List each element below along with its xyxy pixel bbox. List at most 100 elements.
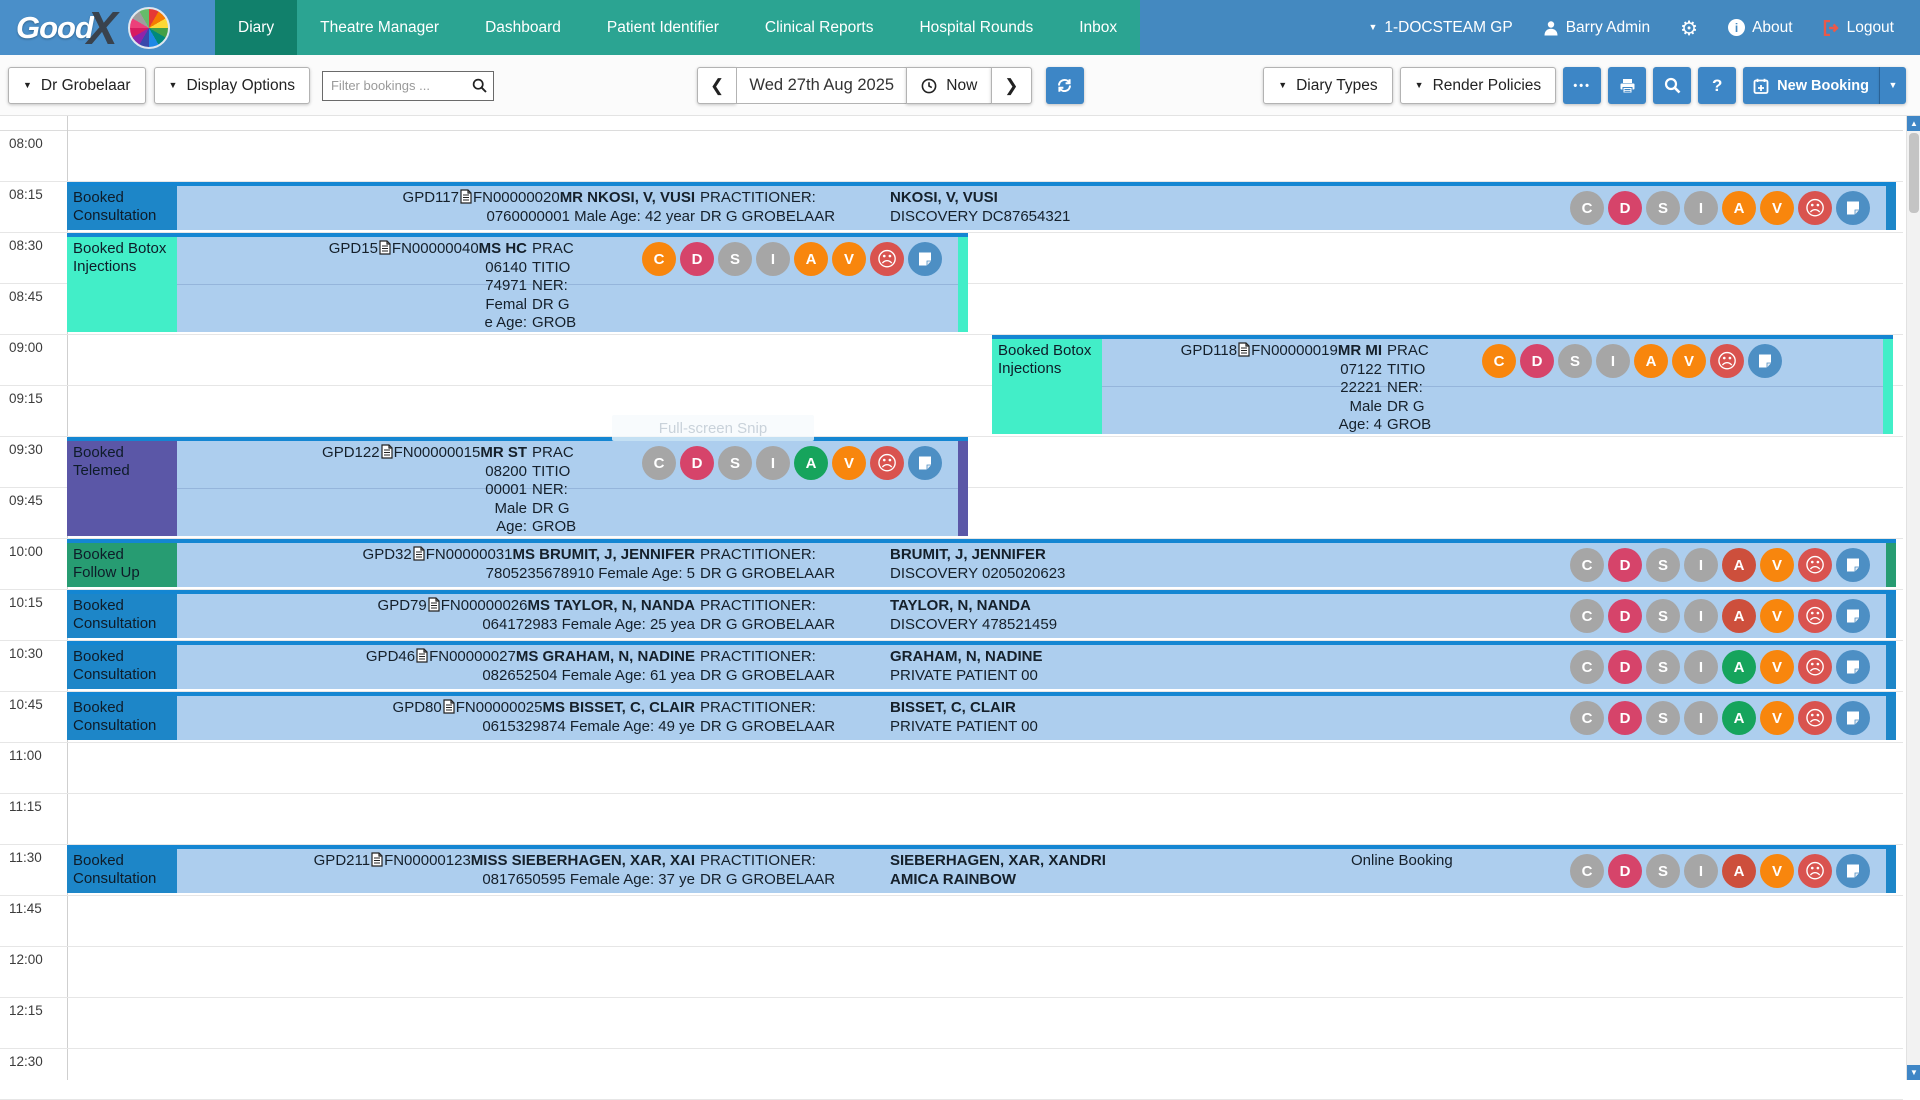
badge-i[interactable]: I [1596, 344, 1630, 378]
booking-status-block[interactable]: Booked Consultation [67, 645, 177, 689]
booking-0830-gpd15[interactable]: Booked Botox InjectionsGPD15FN00000040MS… [67, 233, 968, 332]
badge-v[interactable]: V [1760, 650, 1794, 684]
badge-a[interactable]: A [794, 242, 828, 276]
badge-v[interactable]: V [1760, 191, 1794, 225]
badge-c[interactable]: C [1570, 548, 1604, 582]
badge-i[interactable]: I [1684, 191, 1718, 225]
time-slot-1145[interactable]: 11:45 [0, 896, 1903, 947]
render-policies-dropdown[interactable]: ▼ Render Policies [1400, 67, 1556, 104]
diary-types-dropdown[interactable]: ▼ Diary Types [1263, 67, 1392, 104]
settings-button[interactable]: ⚙ [1680, 16, 1698, 40]
note-icon-badge[interactable] [1836, 548, 1870, 582]
sad-face-icon[interactable]: ☹ [1798, 650, 1832, 684]
badge-d[interactable]: D [680, 446, 714, 480]
refresh-button[interactable] [1046, 67, 1084, 104]
badge-s[interactable]: S [1646, 548, 1680, 582]
tab-clinical-reports[interactable]: Clinical Reports [742, 0, 897, 55]
badge-d[interactable]: D [1608, 191, 1642, 225]
booking-body[interactable]: GPD122FN00000015MR ST0820000001MaleAge:P… [177, 441, 958, 536]
badge-c[interactable]: C [642, 446, 676, 480]
booking-0900-gpd118[interactable]: Booked Botox InjectionsGPD118FN00000019M… [992, 335, 1893, 434]
badge-s[interactable]: S [1646, 854, 1680, 888]
booking-body[interactable]: GPD117FN00000020MR NKOSI, V, VUSI0760000… [177, 186, 1886, 230]
filter-bookings-input[interactable] [329, 77, 472, 94]
tab-inbox[interactable]: Inbox [1056, 0, 1140, 55]
time-slot-1100[interactable]: 11:00 [0, 743, 1903, 794]
badge-c[interactable]: C [1570, 650, 1604, 684]
booking-status-block[interactable]: Booked Consultation [67, 594, 177, 638]
badge-d[interactable]: D [680, 242, 714, 276]
booking-1015-gpd79[interactable]: Booked ConsultationGPD79FN00000026MS TAY… [67, 590, 1896, 638]
badge-a[interactable]: A [1722, 650, 1756, 684]
date-field[interactable]: Wed 27th Aug 2025 [736, 67, 906, 104]
booking-0815-gpd117[interactable]: Booked ConsultationGPD117FN00000020MR NK… [67, 182, 1896, 230]
badge-i[interactable]: I [756, 242, 790, 276]
scroll-up-button[interactable]: ▲ [1907, 116, 1920, 131]
tab-theatre-manager[interactable]: Theatre Manager [297, 0, 462, 55]
booking-status-block[interactable]: Booked Botox Injections [67, 237, 177, 332]
sad-face-icon[interactable]: ☹ [1798, 854, 1832, 888]
booking-status-block[interactable]: Booked Consultation [67, 186, 177, 230]
booking-body[interactable]: GPD211FN00000123MISS SIEBERHAGEN, XAR, X… [177, 849, 1886, 893]
tab-dashboard[interactable]: Dashboard [462, 0, 584, 55]
badge-s[interactable]: S [1646, 650, 1680, 684]
badge-i[interactable]: I [756, 446, 790, 480]
badge-c[interactable]: C [642, 242, 676, 276]
time-slot-1115[interactable]: 11:15 [0, 794, 1903, 845]
badge-c[interactable]: C [1570, 191, 1604, 225]
note-icon-badge[interactable] [1836, 650, 1870, 684]
sad-face-icon[interactable]: ☹ [1798, 548, 1832, 582]
badge-a[interactable]: A [1722, 191, 1756, 225]
sad-face-icon[interactable]: ☹ [870, 446, 904, 480]
badge-s[interactable]: S [718, 242, 752, 276]
search-button[interactable] [1653, 67, 1691, 104]
badge-d[interactable]: D [1608, 854, 1642, 888]
sad-face-icon[interactable]: ☹ [870, 242, 904, 276]
badge-c[interactable]: C [1570, 701, 1604, 735]
note-icon-badge[interactable] [908, 242, 942, 276]
logout-button[interactable]: Logout [1823, 19, 1894, 37]
scroll-down-button[interactable]: ▼ [1907, 1065, 1920, 1080]
booking-status-block[interactable]: Booked Consultation [67, 849, 177, 893]
badge-d[interactable]: D [1520, 344, 1554, 378]
badge-d[interactable]: D [1608, 650, 1642, 684]
badge-s[interactable]: S [1646, 191, 1680, 225]
badge-s[interactable]: S [1558, 344, 1592, 378]
badge-a[interactable]: A [1634, 344, 1668, 378]
sad-face-icon[interactable]: ☹ [1798, 599, 1832, 633]
badge-i[interactable]: I [1684, 548, 1718, 582]
badge-s[interactable]: S [1646, 701, 1680, 735]
booking-status-block[interactable]: Booked Botox Injections [992, 339, 1102, 434]
prev-day-button[interactable]: ❮ [697, 67, 736, 104]
booking-body[interactable]: GPD15FN00000040MS HC0614074971Female Age… [177, 237, 958, 332]
badge-c[interactable]: C [1570, 599, 1604, 633]
time-slot-0800[interactable]: 08:00 [0, 131, 1903, 182]
booking-1130-gpd211[interactable]: Booked ConsultationGPD211FN00000123MISS … [67, 845, 1896, 893]
booking-status-block[interactable]: Booked Telemed [67, 441, 177, 536]
badge-i[interactable]: I [1684, 854, 1718, 888]
booking-body[interactable]: GPD46FN00000027MS GRAHAM, N, NADINE08265… [177, 645, 1886, 689]
tab-hospital-rounds[interactable]: Hospital Rounds [896, 0, 1056, 55]
badge-v[interactable]: V [1672, 344, 1706, 378]
badge-i[interactable]: I [1684, 650, 1718, 684]
time-slot-1200[interactable]: 12:00 [0, 947, 1903, 998]
note-icon-badge[interactable] [1836, 701, 1870, 735]
badge-v[interactable]: V [832, 446, 866, 480]
badge-d[interactable]: D [1608, 548, 1642, 582]
next-day-button[interactable]: ❯ [991, 67, 1031, 104]
badge-i[interactable]: I [1684, 701, 1718, 735]
booking-1000-gpd32[interactable]: Booked Follow UpGPD32FN00000031MS BRUMIT… [67, 539, 1896, 587]
tab-patient-identifier[interactable]: Patient Identifier [584, 0, 742, 55]
vertical-scrollbar[interactable]: ▲ ▼ [1906, 116, 1920, 1080]
user-menu[interactable]: Barry Admin [1543, 19, 1650, 37]
badge-v[interactable]: V [1760, 701, 1794, 735]
print-button[interactable] [1608, 67, 1646, 104]
sad-face-icon[interactable]: ☹ [1798, 191, 1832, 225]
sad-face-icon[interactable]: ☹ [1798, 701, 1832, 735]
time-slot-1215[interactable]: 12:15 [0, 998, 1903, 1049]
new-booking-dropdown[interactable]: ▼ [1880, 67, 1906, 104]
booking-1030-gpd46[interactable]: Booked ConsultationGPD46FN00000027MS GRA… [67, 641, 1896, 689]
note-icon-badge[interactable] [1836, 599, 1870, 633]
badge-a[interactable]: A [1722, 548, 1756, 582]
help-button[interactable]: ? [1698, 67, 1736, 104]
